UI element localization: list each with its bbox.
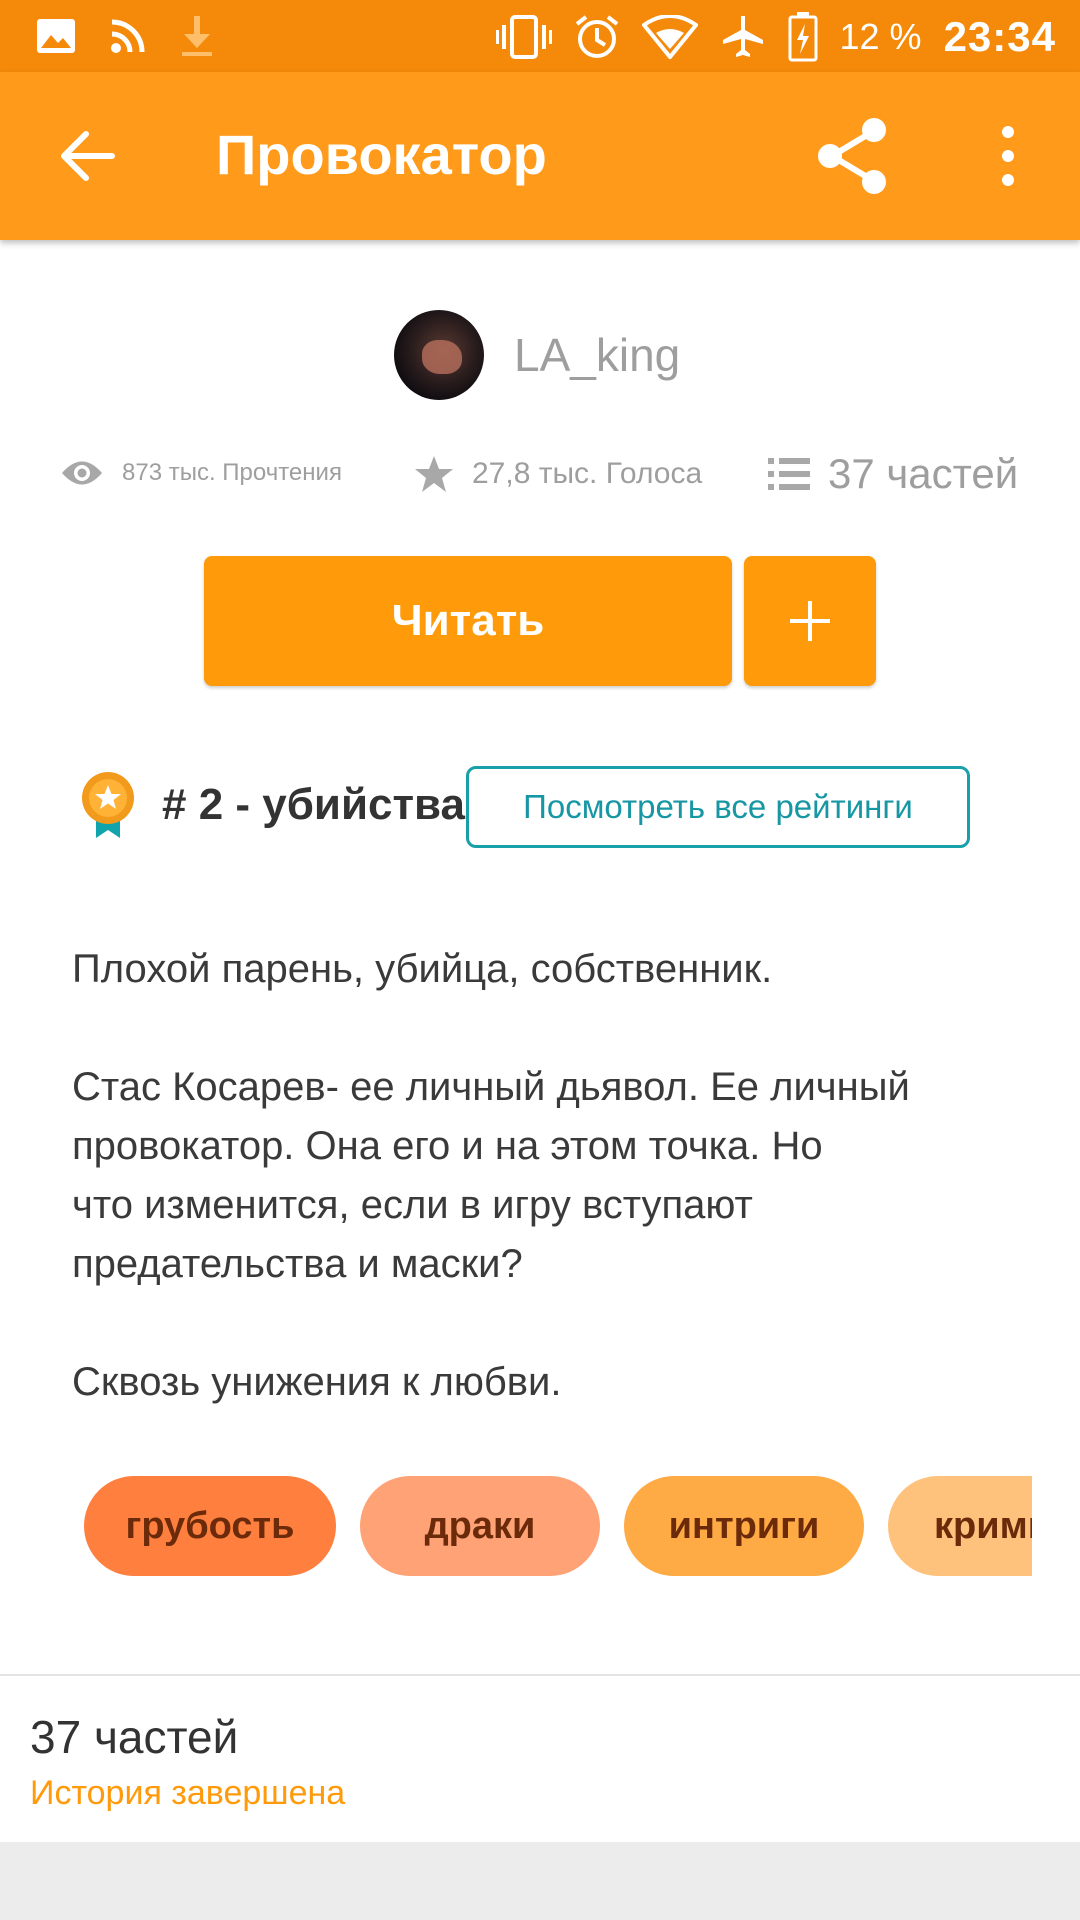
story-status: История завершена bbox=[30, 1774, 346, 1812]
footer-area bbox=[0, 1842, 1080, 1920]
votes-stat: 27,8 тыс. Голоса bbox=[414, 454, 702, 494]
tag-chip[interactable]: драки bbox=[360, 1476, 600, 1576]
description-line: Плохой парень, убийца, собственник. bbox=[72, 947, 773, 991]
description-line: Стас Косарев- ее личный дьявол. Ее личны… bbox=[72, 1065, 910, 1109]
rss-icon bbox=[111, 19, 145, 53]
wifi-icon bbox=[641, 15, 698, 59]
author-row[interactable]: LA_king bbox=[394, 310, 680, 400]
reads-count: 873 тыс. Прочтения bbox=[122, 459, 342, 486]
list-icon bbox=[768, 458, 810, 490]
eye-icon bbox=[62, 461, 102, 485]
add-to-library-button[interactable] bbox=[744, 556, 876, 686]
story-stats: 873 тыс. Прочтения 27,8 тыс. Голоса 37 ч… bbox=[60, 450, 1030, 510]
description-line: предательства и маски? bbox=[72, 1242, 523, 1286]
parts-stat: 37 частей bbox=[768, 450, 1018, 498]
airplane-icon bbox=[722, 16, 763, 57]
ranking-label: # 2 - убийства bbox=[162, 780, 465, 829]
parts-section-title[interactable]: 37 частей bbox=[30, 1710, 238, 1764]
description-line: провокатор. Она его и на этом точка. Но bbox=[72, 1124, 823, 1168]
more-vert-icon[interactable] bbox=[988, 124, 1028, 188]
share-icon[interactable] bbox=[812, 116, 892, 196]
author-name[interactable]: LA_king bbox=[514, 328, 680, 382]
battery-icon bbox=[788, 12, 818, 62]
parts-count: 37 частей bbox=[828, 450, 1019, 497]
award-ribbon-icon bbox=[82, 772, 134, 838]
plus-icon bbox=[790, 601, 830, 641]
tag-chip[interactable]: крими bbox=[888, 1476, 1032, 1576]
votes-count: 27,8 тыс. Голоса bbox=[472, 457, 703, 490]
page-title: Провокатор bbox=[216, 123, 547, 186]
view-all-rankings-button[interactable]: Посмотреть все рейтинги bbox=[466, 766, 970, 848]
tag-list[interactable]: грубость драки интриги крими bbox=[84, 1476, 1032, 1580]
ranking-row: # 2 - убийства bbox=[80, 770, 465, 840]
download-icon bbox=[182, 16, 212, 56]
divider bbox=[0, 1674, 1080, 1676]
reads-stat: 873 тыс. Прочтения bbox=[60, 458, 342, 488]
description-line: Сквозь унижения к любви. bbox=[72, 1360, 562, 1404]
app-bar: Провокатор bbox=[0, 72, 1080, 240]
tag-chip[interactable]: грубость bbox=[84, 1476, 336, 1576]
description-line: что изменится, если в игру вступают bbox=[72, 1183, 753, 1227]
status-bar: 12 % 23:34 bbox=[0, 0, 1080, 72]
tag-chip[interactable]: интриги bbox=[624, 1476, 864, 1576]
avatar[interactable] bbox=[394, 310, 484, 400]
vibrate-icon bbox=[495, 15, 552, 59]
alarm-icon bbox=[575, 15, 618, 58]
story-description: Плохой парень, убийца, собственник. Стас… bbox=[72, 940, 992, 1412]
arrow-left-icon[interactable] bbox=[56, 124, 120, 188]
clock: 23:34 bbox=[943, 13, 1056, 60]
star-icon bbox=[415, 456, 453, 492]
read-button[interactable]: Читать bbox=[204, 556, 732, 686]
battery-percent: 12 % bbox=[839, 16, 922, 57]
image-icon bbox=[37, 19, 75, 53]
